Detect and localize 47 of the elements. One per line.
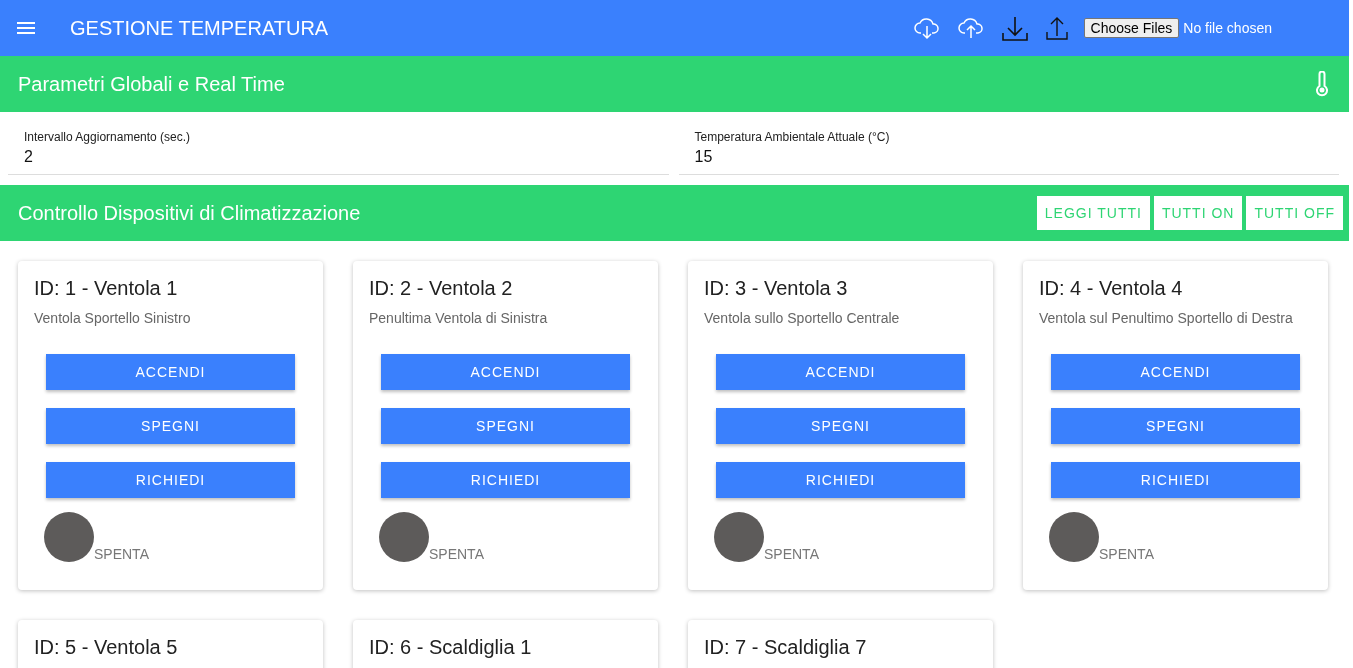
text-field[interactable]: Temperatura Ambientale Attuale (°C) 15	[678, 130, 1339, 175]
field-label: Intervallo Aggiornamento (sec.)	[24, 130, 192, 144]
action-button[interactable]: LEGGI TUTTI	[1036, 196, 1150, 230]
status-text: SPENTA	[764, 546, 819, 562]
device-button[interactable]: RICHIEDI	[1051, 462, 1300, 498]
device-button[interactable]: SPEGNI	[46, 408, 295, 444]
device-button[interactable]: RICHIEDI	[381, 462, 630, 498]
device-title: ID: 5 - Ventola 5	[34, 636, 179, 659]
status-text: SPENTA	[94, 546, 149, 562]
device-button[interactable]: ACCENDI	[381, 354, 630, 390]
device-button[interactable]: RICHIEDI	[46, 462, 295, 498]
app-title: GESTIONE TEMPERATURA	[70, 16, 329, 40]
device-button[interactable]: ACCENDI	[1051, 354, 1300, 390]
device-button[interactable]: SPEGNI	[381, 408, 630, 444]
upload-icon[interactable]	[1045, 16, 1068, 40]
device-button[interactable]: SPEGNI	[716, 408, 965, 444]
field-value: 2	[24, 148, 34, 166]
device-button[interactable]: ACCENDI	[716, 354, 965, 390]
field-value: 15	[694, 148, 714, 166]
status-text: SPENTA	[1099, 546, 1154, 562]
device-button[interactable]: RICHIEDI	[716, 462, 965, 498]
file-status-text: No file chosen	[1183, 20, 1272, 36]
choose-files-button[interactable]: Choose Files	[1083, 18, 1180, 38]
device-title: ID: 4 - Ventola 4	[1039, 277, 1184, 300]
action-button[interactable]: TUTTI ON	[1153, 196, 1243, 230]
device-title: ID: 6 - Scaldiglia 1	[369, 636, 533, 659]
menu-icon[interactable]	[17, 22, 35, 34]
device-button[interactable]: ACCENDI	[46, 354, 295, 390]
thermometer-icon	[1315, 71, 1329, 97]
device-title: ID: 1 - Ventola 1	[34, 277, 179, 300]
device-description: Penultima Ventola di Sinistra	[369, 310, 549, 326]
section-title: Controllo Dispositivi di Climatizzazione	[18, 201, 362, 225]
device-description: Ventola Sportello Sinistro	[34, 310, 192, 326]
download-icon[interactable]	[1001, 15, 1028, 41]
text-field[interactable]: Intervallo Aggiornamento (sec.) 2	[8, 130, 669, 175]
section-title: Parametri Globali e Real Time	[18, 72, 286, 96]
action-button[interactable]: TUTTI OFF	[1246, 196, 1343, 230]
device-description: Ventola sul Penultimo Sportello di Destra	[1039, 310, 1294, 326]
cloud-download-icon[interactable]	[913, 16, 940, 40]
device-title: ID: 7 - Scaldiglia 7	[704, 636, 868, 659]
device-title: ID: 2 - Ventola 2	[369, 277, 514, 300]
field-label: Temperatura Ambientale Attuale (°C)	[694, 130, 891, 144]
device-button[interactable]: SPEGNI	[1051, 408, 1300, 444]
device-title: ID: 3 - Ventola 3	[704, 277, 849, 300]
device-description: Ventola sullo Sportello Centrale	[704, 310, 901, 326]
cloud-upload-icon[interactable]	[957, 16, 984, 40]
status-text: SPENTA	[429, 546, 484, 562]
